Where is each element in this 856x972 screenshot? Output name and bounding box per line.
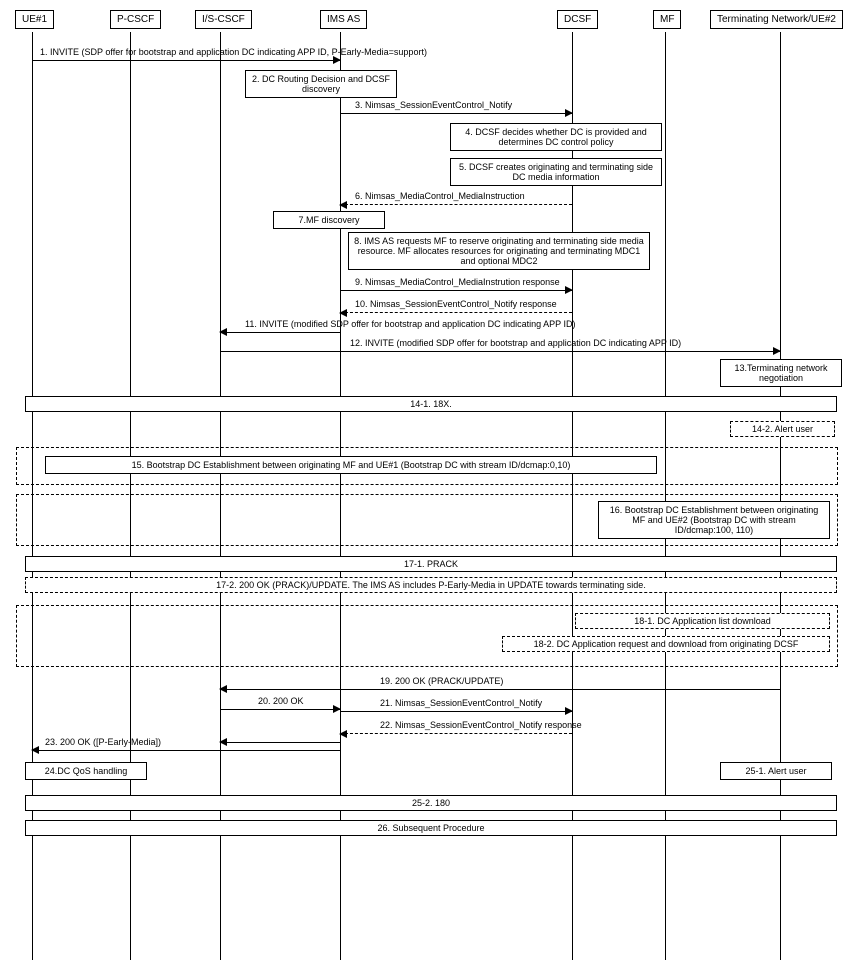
msg-22-label: 22. Nimsas_SessionEventControl_Notify re…	[380, 720, 582, 730]
msg-22-arrow	[340, 733, 572, 734]
msg-1-arrow	[32, 60, 340, 61]
msg-21-arrow	[340, 711, 572, 712]
span-25-2: 25-2. 180	[25, 795, 837, 811]
note-2: 2. DC Routing Decision and DCSF discover…	[245, 70, 397, 98]
sequence-diagram: UE#1 P-CSCF I/S-CSCF IMS AS DCSF MF Term…	[10, 10, 846, 962]
msg-3-label: 3. Nimsas_SessionEventControl_Notify	[355, 100, 512, 110]
span-17-1: 17-1. PRACK	[25, 556, 837, 572]
msg-1-label: 1. INVITE (SDP offer for bootstrap and a…	[40, 47, 427, 57]
msg-23-label: 23. 200 OK ([P-Early-Media])	[45, 737, 161, 747]
span-26: 26. Subsequent Procedure	[25, 820, 837, 836]
note-16: 16. Bootstrap DC Establishment between o…	[598, 501, 830, 539]
msg-20-label: 20. 200 OK	[258, 696, 304, 706]
msg-11-label: 11. INVITE (modified SDP offer for boots…	[245, 319, 576, 329]
msg-19-label: 19. 200 OK (PRACK/UPDATE)	[380, 676, 503, 686]
msg-12-label: 12. INVITE (modified SDP offer for boots…	[350, 338, 681, 348]
note-24: 24.DC QoS handling	[25, 762, 147, 780]
msg-12-arrow	[220, 351, 780, 352]
note-15: 15. Bootstrap DC Establishment between o…	[45, 456, 657, 474]
participant-iscscf: I/S-CSCF	[195, 10, 252, 29]
note-8: 8. IMS AS requests MF to reserve origina…	[348, 232, 650, 270]
participant-mf: MF	[653, 10, 681, 29]
note-5: 5. DCSF creates originating and terminat…	[450, 158, 662, 186]
msg-10-label: 10. Nimsas_SessionEventControl_Notify re…	[355, 299, 557, 309]
msg-23-arrow-2	[220, 742, 340, 743]
note-18-2: 18-2. DC Application request and downloa…	[502, 636, 830, 652]
msg-9-label: 9. Nimsas_MediaControl_MediaInstrution r…	[355, 277, 560, 287]
note-14-2: 14-2. Alert user	[730, 421, 835, 437]
span-17-2: 17-2. 200 OK (PRACK)/UPDATE. The IMS AS …	[25, 577, 837, 593]
msg-19-arrow	[220, 689, 780, 690]
participant-ue1: UE#1	[15, 10, 54, 29]
span-14-1: 14-1. 18X.	[25, 396, 837, 412]
msg-11-arrow	[220, 332, 340, 333]
msg-6-label: 6. Nimsas_MediaControl_MediaInstruction	[355, 191, 525, 201]
msg-9-arrow	[340, 290, 572, 291]
msg-3-arrow	[340, 113, 572, 114]
msg-6-arrow	[340, 204, 572, 205]
note-25-1: 25-1. Alert user	[720, 762, 832, 780]
participant-pcscf: P-CSCF	[110, 10, 161, 29]
msg-21-label: 21. Nimsas_SessionEventControl_Notify	[380, 698, 542, 708]
participant-term: Terminating Network/UE#2	[710, 10, 843, 29]
note-7: 7.MF discovery	[273, 211, 385, 229]
note-18-1: 18-1. DC Application list download	[575, 613, 830, 629]
msg-23-arrow	[32, 750, 340, 751]
msg-20-arrow	[220, 709, 340, 710]
note-13: 13.Terminating network negotiation	[720, 359, 842, 387]
note-4: 4. DCSF decides whether DC is provided a…	[450, 123, 662, 151]
msg-10-arrow	[340, 312, 572, 313]
participant-dcsf: DCSF	[557, 10, 598, 29]
participant-imsas: IMS AS	[320, 10, 367, 29]
